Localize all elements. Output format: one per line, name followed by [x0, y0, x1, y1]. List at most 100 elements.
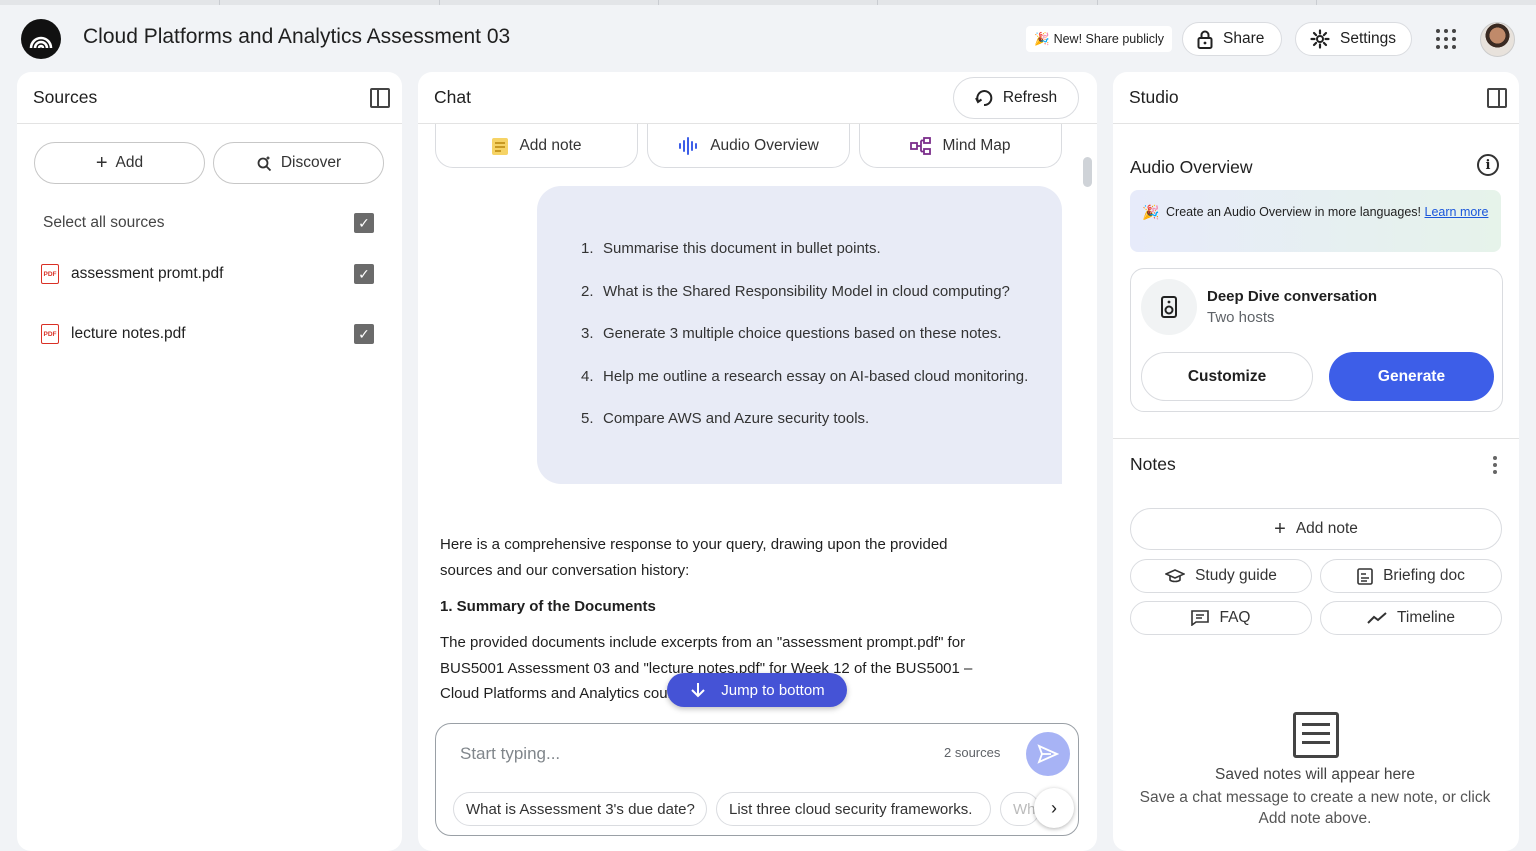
collapse-panel-icon[interactable]	[1487, 88, 1507, 108]
list-item: 2. What is the Shared Responsibility Mode…	[581, 282, 1010, 300]
more-options-icon[interactable]	[1493, 456, 1497, 477]
graduation-cap-icon	[1165, 569, 1186, 583]
faq-icon	[1191, 610, 1210, 626]
pdf-icon: PDF	[41, 264, 59, 284]
select-all-row[interactable]: Select all sources ✓	[43, 208, 378, 238]
source-name: lecture notes.pdf	[71, 325, 186, 342]
suggestion-chip[interactable]: List three cloud security frameworks.	[716, 792, 991, 826]
chat-panel: Chat Refresh Add note Audio Overview Min…	[418, 72, 1097, 851]
add-note-label: Add note	[1295, 520, 1358, 537]
deep-dive-title: Deep Dive conversation	[1207, 288, 1378, 305]
mind-map-tool-button[interactable]: Mind Map	[859, 124, 1062, 168]
sources-panel: Sources + Add Discover Select all source…	[17, 72, 402, 851]
jump-to-bottom-button[interactable]: Jump to bottom	[667, 673, 847, 707]
collapse-panel-icon[interactable]	[370, 88, 390, 108]
customize-button[interactable]: Customize	[1141, 352, 1313, 401]
mind-map-tool-label: Mind Map	[942, 136, 1011, 154]
user-message-list: 1. Summarise this document in bullet poin…	[581, 240, 1028, 453]
chat-header: Chat Refresh	[418, 72, 1097, 124]
deep-dive-card: Deep Dive conversation Two hosts Customi…	[1130, 268, 1503, 412]
list-item: 5. Compare AWS and Azure security tools.	[581, 410, 870, 428]
refresh-button[interactable]: Refresh	[953, 77, 1079, 119]
study-guide-button[interactable]: Study guide	[1130, 559, 1312, 593]
source-name: assessment promt.pdf	[71, 265, 224, 282]
chat-scrollbar[interactable]	[1083, 157, 1092, 187]
jump-label: Jump to bottom	[721, 681, 825, 699]
note-icon	[492, 137, 509, 155]
app-header: Cloud Platforms and Analytics Assessment…	[0, 5, 1536, 72]
chevron-right-icon[interactable]: ›	[1034, 788, 1074, 828]
add-note-tool-button[interactable]: Add note	[435, 124, 638, 168]
send-button[interactable]	[1026, 732, 1070, 776]
source-count: 2 sources	[944, 745, 1001, 760]
promo-text: Create an Audio Overview in more languag…	[1166, 205, 1422, 219]
studio-title: Studio	[1129, 87, 1179, 107]
user-message-bubble: 1. Summarise this document in bullet poin…	[537, 186, 1062, 484]
share-button[interactable]: Share	[1182, 22, 1282, 56]
settings-button[interactable]: Settings	[1295, 22, 1412, 56]
info-icon[interactable]: i	[1477, 154, 1499, 176]
source-checkbox[interactable]: ✓	[354, 324, 374, 344]
chat-title: Chat	[434, 87, 471, 107]
apps-grid-icon[interactable]	[1436, 29, 1456, 49]
divider	[1113, 438, 1519, 439]
briefing-doc-button[interactable]: Briefing doc	[1320, 559, 1502, 593]
notes-title: Notes	[1130, 454, 1176, 474]
select-all-label: Select all sources	[43, 214, 165, 231]
source-checkbox[interactable]: ✓	[354, 264, 374, 284]
audio-overview-tool-button[interactable]: Audio Overview	[647, 124, 850, 168]
select-all-checkbox[interactable]: ✓	[354, 213, 374, 233]
add-note-button[interactable]: + Add note	[1130, 508, 1502, 550]
source-item[interactable]: PDF lecture notes.pdf ✓	[41, 319, 378, 349]
audio-overview-promo: 🎉 Create an Audio Overview in more langu…	[1130, 190, 1501, 252]
briefing-doc-icon	[1357, 568, 1373, 585]
response-intro: Here is a comprehensive response to your…	[440, 536, 948, 579]
discover-label: Discover	[280, 154, 342, 171]
source-item[interactable]: PDF assessment promt.pdf ✓	[41, 259, 378, 289]
refresh-icon	[974, 90, 993, 107]
discover-search-icon	[257, 156, 271, 171]
settings-label: Settings	[1340, 30, 1397, 47]
chat-composer: Start typing... 2 sources What is Assess…	[435, 723, 1079, 836]
share-publicly-badge[interactable]: 🎉 New! Share publicly	[1026, 26, 1173, 52]
learn-more-link[interactable]: Learn more	[1425, 205, 1489, 219]
discover-button[interactable]: Discover	[213, 142, 384, 184]
add-source-button[interactable]: + Add	[34, 142, 205, 184]
sources-header: Sources	[17, 72, 402, 124]
avatar[interactable]	[1480, 22, 1515, 57]
sources-title: Sources	[33, 87, 98, 107]
gear-icon	[1310, 29, 1330, 49]
speaker-icon	[1141, 279, 1197, 335]
empty-notes-description: Save a chat message to create a new note…	[1139, 789, 1491, 827]
studio-panel: Studio Audio Overview i 🎉 Create an Audi…	[1113, 72, 1519, 851]
response-heading: 1. Summary of the Documents	[440, 598, 656, 615]
list-item: 3. Generate 3 multiple choice questions b…	[581, 325, 1002, 343]
timeline-label: Timeline	[1397, 609, 1455, 626]
chat-input[interactable]: Start typing...	[460, 744, 560, 764]
timeline-icon	[1367, 612, 1387, 624]
party-icon: 🎉	[1034, 31, 1050, 46]
refresh-label: Refresh	[1002, 89, 1058, 106]
pdf-icon: PDF	[41, 324, 59, 344]
add-note-tool-label: Add note	[519, 136, 582, 154]
generate-button[interactable]: Generate	[1329, 352, 1494, 401]
empty-notes-title: Saved notes will appear here	[1215, 766, 1415, 783]
party-icon: 🎉	[1142, 204, 1160, 220]
briefing-doc-label: Briefing doc	[1383, 567, 1465, 584]
add-source-label: Add	[115, 154, 144, 171]
timeline-button[interactable]: Timeline	[1320, 601, 1502, 635]
plus-icon: +	[95, 152, 108, 174]
list-item: 1. Summarise this document in bullet poin…	[581, 240, 881, 257]
empty-notes-icon	[1293, 712, 1339, 758]
notebooklm-logo-icon[interactable]	[21, 19, 61, 59]
notebook-title[interactable]: Cloud Platforms and Analytics Assessment…	[83, 25, 510, 49]
audio-overview-title: Audio Overview	[1130, 157, 1253, 177]
studio-header: Studio	[1113, 72, 1519, 124]
waveform-icon	[679, 136, 698, 155]
send-icon	[1037, 744, 1059, 764]
suggestion-chip[interactable]: What is Assessment 3's due date?	[453, 792, 707, 826]
faq-button[interactable]: FAQ	[1130, 601, 1312, 635]
list-item: 4. Help me outline a research essay on AI…	[581, 367, 1029, 385]
study-guide-label: Study guide	[1195, 567, 1277, 584]
deep-dive-subtitle: Two hosts	[1207, 309, 1275, 326]
